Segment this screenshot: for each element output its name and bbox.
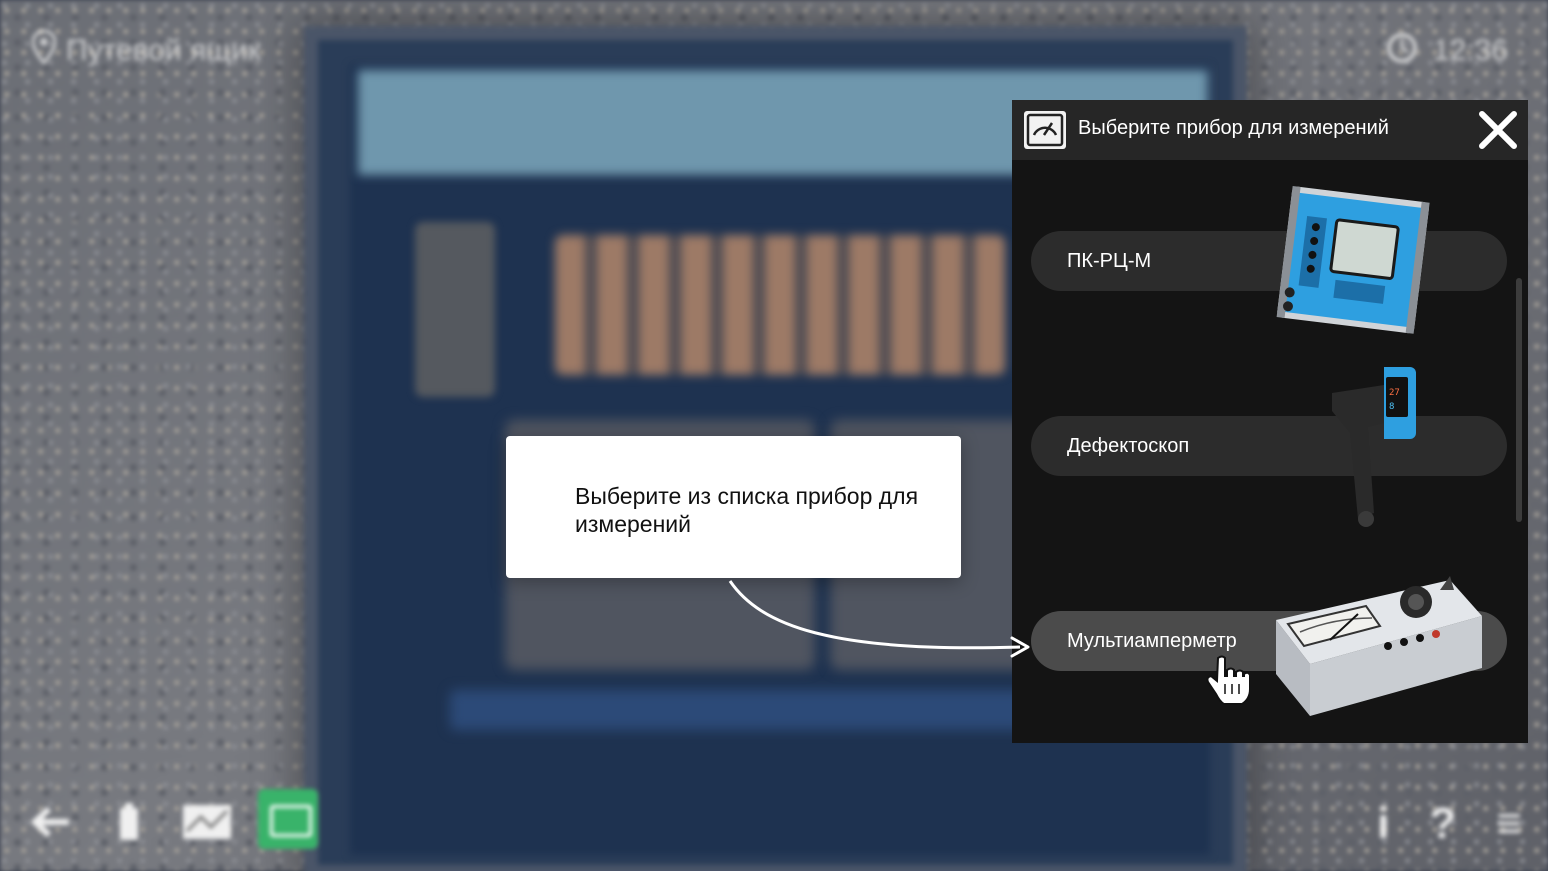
location-pin-icon bbox=[31, 29, 57, 72]
back-button[interactable] bbox=[24, 795, 78, 849]
info-button[interactable]: i bbox=[1377, 799, 1389, 849]
location-text: Путевой ящик bbox=[66, 34, 261, 67]
close-icon bbox=[1479, 111, 1517, 149]
hand-pointer-icon bbox=[1206, 655, 1250, 705]
defectoscope-device-image: 27 8 bbox=[1332, 367, 1416, 527]
svg-text:8: 8 bbox=[1389, 402, 1394, 412]
gauge-icon bbox=[1024, 111, 1066, 149]
location-indicator: Путевой ящик bbox=[31, 29, 261, 72]
time-text: 12:36 bbox=[1432, 34, 1508, 67]
instrument-selection-panel: Выберите прибор для измерений ПК-РЦ-М Де… bbox=[1012, 100, 1528, 743]
instrument-item-defectoscope[interactable]: Дефектоскоп bbox=[1031, 416, 1507, 476]
panel-header: Выберите прибор для измерений bbox=[1012, 100, 1528, 160]
instrument-label: Дефектоскоп bbox=[1067, 435, 1190, 457]
menu-button[interactable]: ≡ bbox=[1496, 799, 1522, 849]
battery-button[interactable] bbox=[102, 795, 156, 849]
battery-icon bbox=[120, 803, 138, 840]
pk-rc-m-device-image bbox=[1276, 185, 1430, 334]
panel-scrollbar[interactable] bbox=[1516, 278, 1522, 522]
clock-icon bbox=[1385, 30, 1419, 72]
cabinet-module bbox=[415, 222, 495, 397]
fuse-row bbox=[555, 235, 1005, 375]
tooltip-text: Выберите из списка прибор для измерений bbox=[575, 483, 919, 537]
instruction-tooltip: Выберите из списка прибор для измерений bbox=[506, 436, 961, 578]
arrow-left-icon bbox=[30, 806, 69, 838]
map-icon bbox=[183, 805, 231, 839]
close-button[interactable] bbox=[1476, 108, 1520, 152]
panel-title: Выберите прибор для измерений bbox=[1078, 117, 1389, 139]
time-indicator: 12:36 bbox=[1385, 30, 1508, 72]
multiammeter-device-image bbox=[1276, 576, 1482, 716]
bottom-toolbar bbox=[24, 789, 318, 849]
bottom-right-toolbar: i ? ≡ bbox=[1377, 799, 1522, 849]
pointer-arrow-icon bbox=[728, 580, 1030, 658]
map-button[interactable] bbox=[180, 795, 234, 849]
measure-mode-button[interactable] bbox=[258, 789, 318, 849]
svg-text:27: 27 bbox=[1389, 388, 1400, 398]
instrument-label: Мультиамперметр bbox=[1067, 630, 1237, 652]
help-button[interactable]: ? bbox=[1429, 799, 1456, 849]
instrument-item-pk-rc-m[interactable]: ПК-РЦ-М bbox=[1031, 231, 1507, 291]
instrument-label: ПК-РЦ-М bbox=[1067, 250, 1152, 272]
